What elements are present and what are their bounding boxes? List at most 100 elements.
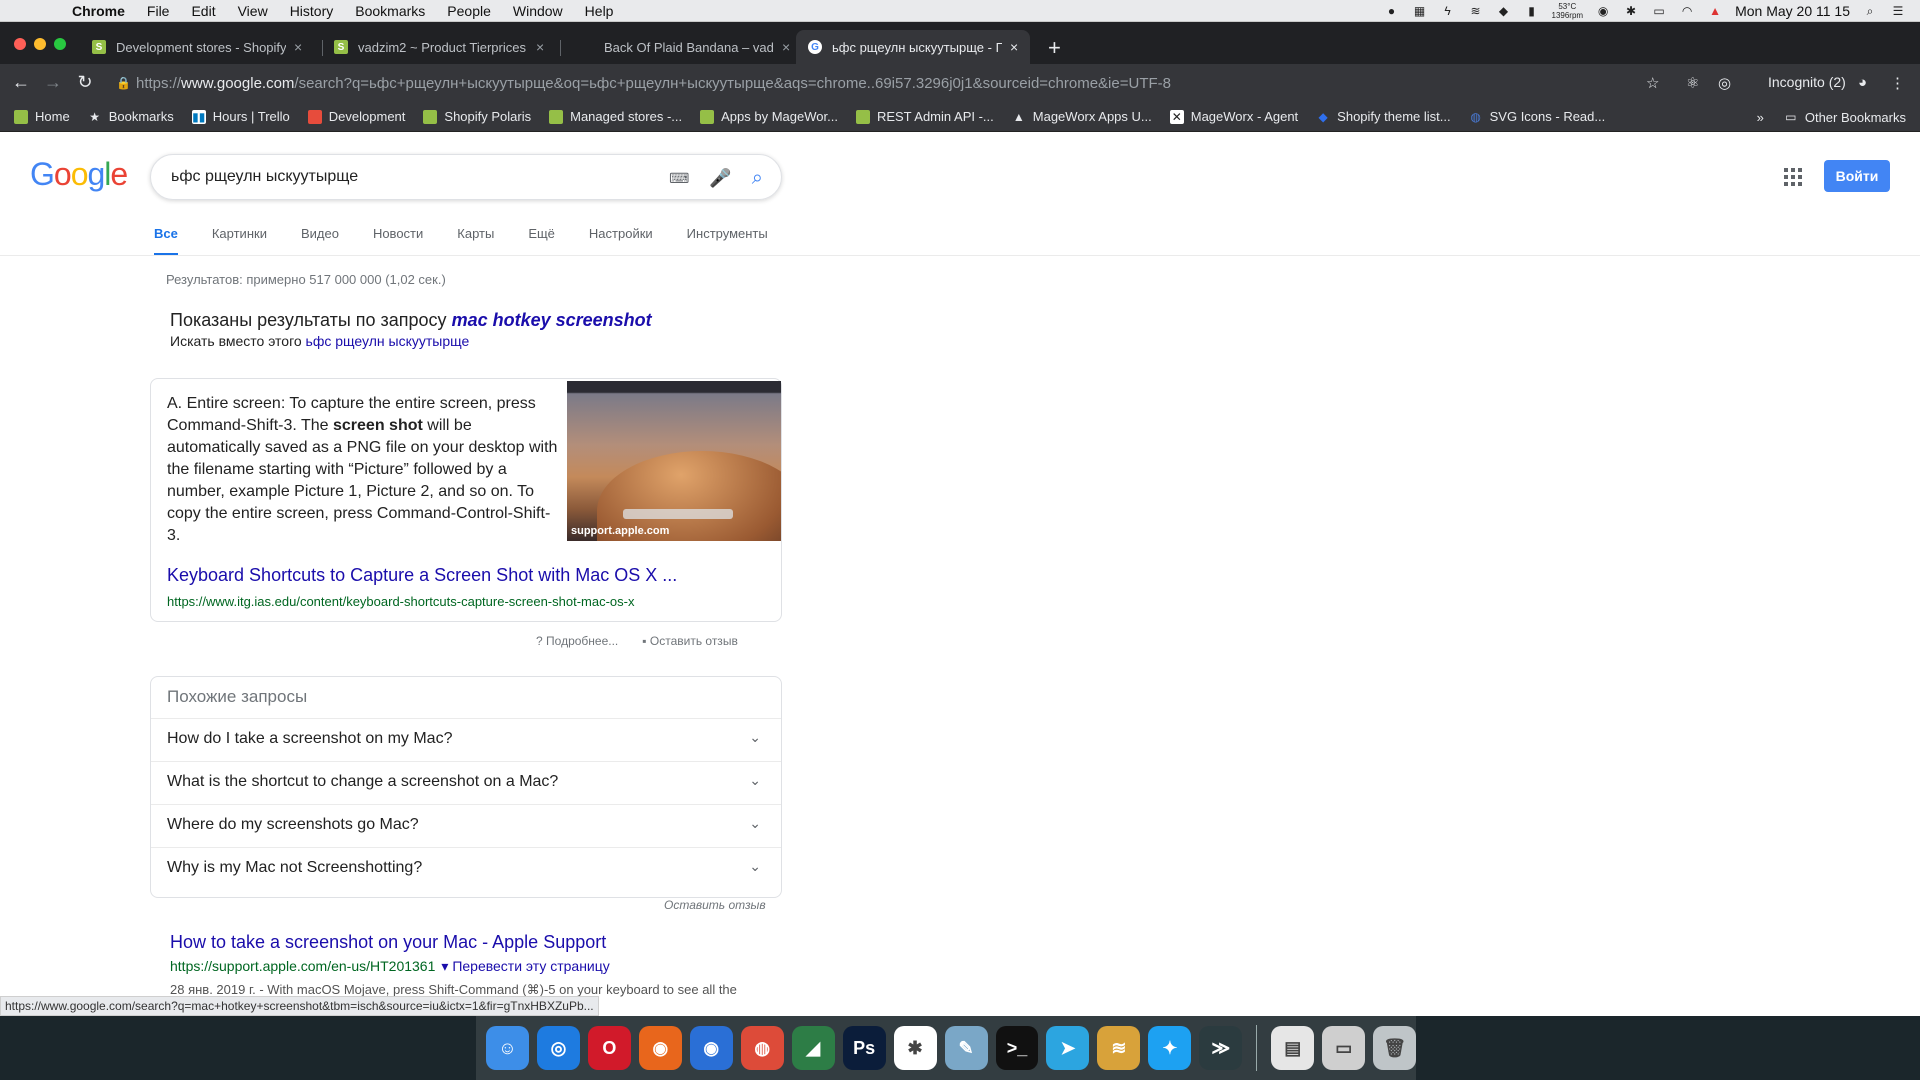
snippet-feedback-link[interactable]: ▪ Оставить отзыв [642,634,738,648]
chrome-dock-icon[interactable]: ◍ [740,1026,784,1070]
close-tab-icon[interactable]: × [782,39,790,55]
search-box[interactable]: ьфс рщеулн ыскуутырще ⌨ 🎤 ⌕ [150,154,782,200]
snippet-result-title[interactable]: Keyboard Shortcuts to Capture a Screen S… [167,565,677,586]
dropbox-icon[interactable]: ◆ [1496,4,1512,18]
battery-icon[interactable]: ▭ [1651,4,1667,18]
bookmark-polaris[interactable]: Shopify Polaris [423,109,531,124]
forward-arrow-icon[interactable]: → [42,72,64,93]
keyboard-icon[interactable]: ⌨ [669,170,689,187]
slack-dock-icon[interactable]: ✱ [893,1026,937,1070]
bookmark-mageworx-apps[interactable]: ▲ MageWorx Apps U... [1012,109,1152,124]
bookmark-bookmarks[interactable]: ★ Bookmarks [88,109,173,124]
browser-tab-2[interactable]: S vadzim2 ~ Product Tierprices × [322,30,556,64]
browser-tab-1[interactable]: S Development stores - Shopify × [80,30,314,64]
snippet-image[interactable]: support.apple.com [567,381,781,541]
related-question[interactable]: Where do my screenshots go Mac? ⌄ [151,805,781,848]
safari-dock-icon[interactable]: ◎ [536,1026,580,1070]
close-tab-icon[interactable]: × [294,39,302,55]
sublime-dock-icon[interactable]: ≫ [1199,1026,1243,1070]
original-query-link[interactable]: ьфс рщеулн ыскуутырще [306,333,470,349]
google-apps-icon[interactable] [1784,168,1802,186]
bluetooth-icon[interactable]: ✱ [1623,4,1639,18]
tab-news[interactable]: Новости [373,226,423,256]
reload-icon[interactable]: ↻ [74,72,96,93]
microphone-icon[interactable]: 🎤 [709,168,731,189]
incognito-label[interactable]: Incognito (2) [1768,74,1846,90]
result-url-text[interactable]: https://support.apple.com/en-us/HT201361 [170,958,435,974]
bookmark-trello[interactable]: ▮▮ Hours | Trello [191,109,290,124]
photoshop-dock-icon[interactable]: Ps [842,1026,886,1070]
tab-videos[interactable]: Видео [301,226,339,256]
menu-edit[interactable]: Edit [191,3,215,19]
bookmark-rest-admin[interactable]: REST Admin API -... [855,109,994,124]
preview-dock-icon[interactable]: ✎ [944,1026,988,1070]
bookmark-home[interactable]: Home [14,109,70,124]
temperature-readout[interactable]: 53°C 1396rpm [1552,2,1584,20]
sequel-dock-icon[interactable]: ≋ [1097,1026,1141,1070]
react-extension-icon[interactable]: ⚛ [1686,74,1699,92]
menu-file[interactable]: File [147,3,170,19]
search-icon[interactable]: ⌕ [752,167,763,190]
opera-dock-icon[interactable]: O [587,1026,631,1070]
related-question[interactable]: How do I take a screenshot on my Mac? ⌄ [151,719,781,762]
spotify-icon[interactable]: ◉ [1595,4,1611,18]
menu-datetime[interactable]: Mon May 20 11 15 [1735,3,1850,19]
docker-icon[interactable]: ▦ [1412,4,1428,18]
menu-help[interactable]: Help [585,3,614,19]
search-query[interactable]: ьфс рщеулн ыскуутырще [171,168,358,186]
tab-all[interactable]: Все [154,226,178,256]
tab-settings[interactable]: Настройки [589,226,653,256]
finder-dock-icon[interactable]: ☺ [486,1026,529,1070]
sound-icon[interactable]: ▲ [1707,4,1723,18]
google-logo[interactable]: Google [30,156,128,193]
related-question[interactable]: Why is my Mac not Screenshotting? ⌄ [151,848,781,891]
menu-window[interactable]: Window [513,3,563,19]
bookmark-development[interactable]: Development [307,109,405,124]
visual-studio-dock-icon[interactable]: ◢ [791,1026,835,1070]
menu-people[interactable]: People [447,3,491,19]
tab-more[interactable]: Ещё [528,226,555,256]
new-tab-button[interactable]: + [1048,35,1061,61]
incognito-avatar-icon[interactable]: ◕ [1858,74,1867,91]
result-title-link[interactable]: How to take a screenshot on your Mac - A… [170,932,606,953]
menu-app-name[interactable]: Chrome [72,3,125,19]
wifi-icon[interactable]: ◠ [1679,4,1695,18]
browser-tab-active[interactable]: G ьфс рщеулн ыскуутырще - По × [796,30,1031,64]
drive-dock-icon[interactable]: ▭ [1322,1026,1366,1070]
firefox-dev-dock-icon[interactable]: ◉ [689,1026,733,1070]
related-feedback-link[interactable]: Оставить отзыв [664,898,766,912]
twitter-dock-icon[interactable]: ✦ [1148,1026,1192,1070]
close-tab-icon[interactable]: × [536,39,544,55]
trash-dock-icon[interactable]: 🗑 [1373,1026,1417,1070]
maximize-window-button[interactable] [54,38,66,50]
about-snippets-link[interactable]: ? Подробнее... [536,634,618,648]
bookmark-svg-icons[interactable]: ◍ SVG Icons - Read... [1469,109,1605,124]
tab-tools[interactable]: Инструменты [687,226,768,256]
close-window-button[interactable] [14,38,26,50]
bookmark-apps-mageworx[interactable]: Apps by MageWor... [700,109,838,124]
menu-history[interactable]: History [290,3,334,19]
other-bookmarks-button[interactable]: ▭ Other Bookmarks [1784,110,1906,125]
notification-center-icon[interactable]: ☰ [1890,4,1906,18]
close-tab-icon[interactable]: × [1010,39,1018,55]
layers-icon[interactable]: ≋ [1468,4,1484,18]
tab-images[interactable]: Картинки [212,226,267,256]
sign-in-button[interactable]: Войти [1824,160,1890,192]
menu-view[interactable]: View [238,3,268,19]
file-dock-icon[interactable]: ▤ [1271,1026,1315,1070]
minimize-window-button[interactable] [34,38,46,50]
bookmark-star-icon[interactable]: ☆ [1646,74,1659,92]
circle-app-icon[interactable]: ● [1384,4,1400,18]
menu-bookmarks[interactable]: Bookmarks [355,3,425,19]
back-arrow-icon[interactable]: ← [10,72,32,93]
browser-tab-3[interactable]: Back Of Plaid Bandana – vadzim × [568,30,802,64]
chrome-menu-icon[interactable]: ⋮ [1890,74,1905,92]
bolt-icon[interactable]: ϟ [1440,4,1456,18]
snippet-result-url[interactable]: https://www.itg.ias.edu/content/keyboard… [167,594,634,609]
lock-icon[interactable]: 🔒 [116,76,131,90]
firefox-dock-icon[interactable]: ◉ [638,1026,682,1070]
translate-page-link[interactable]: ▾ Перевести эту страницу [441,958,609,974]
address-bar[interactable]: 🔒 https://www.google.com/search?q=ьфс+рщ… [110,69,1642,97]
corrected-query-link[interactable]: mac hotkey screenshot [452,310,652,330]
shield-icon[interactable]: ▮ [1524,4,1540,18]
